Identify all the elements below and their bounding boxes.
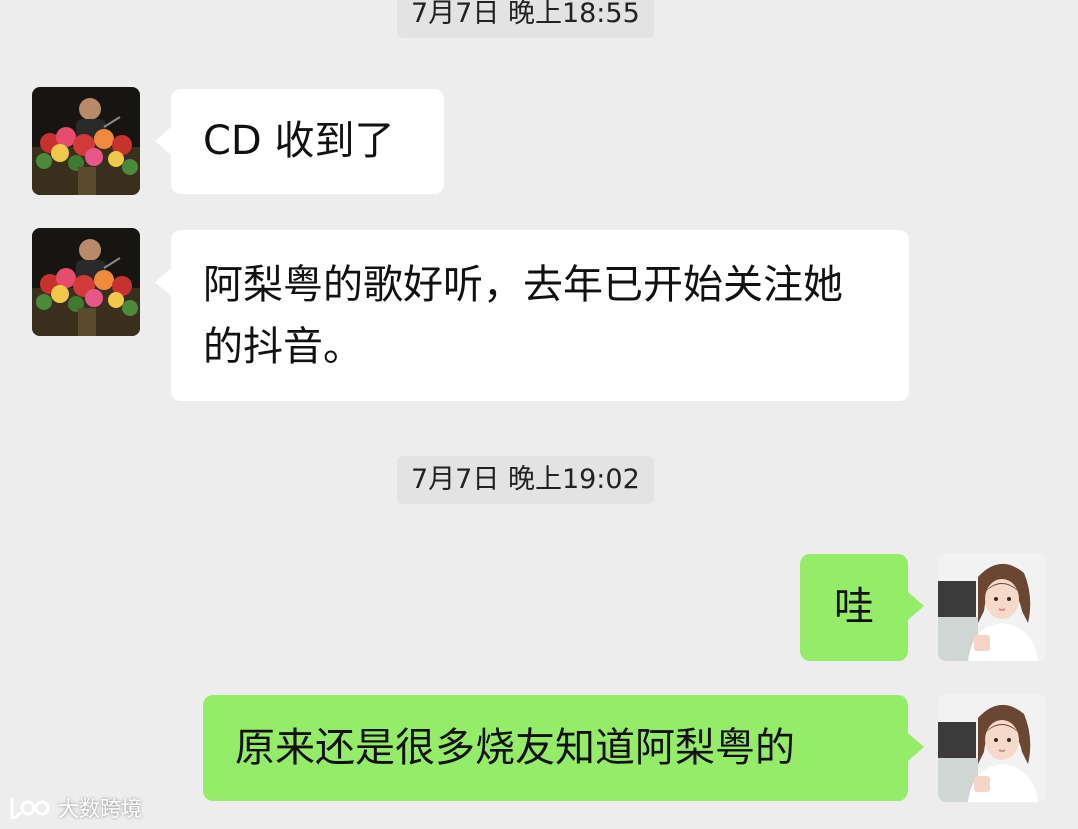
my-avatar[interactable] — [938, 694, 1046, 802]
timestamp: 7月7日 晚上18:55 — [397, 0, 654, 38]
timestamp: 7月7日 晚上19:02 — [397, 456, 654, 504]
message-text: CD 收到了 — [203, 118, 395, 164]
message-bubble-outgoing[interactable]: 哇 — [800, 554, 924, 661]
my-avatar-image — [938, 553, 1046, 661]
message-text: 原来还是很多烧友知道阿梨粤的 — [235, 725, 795, 771]
message-bubble-incoming[interactable]: 阿梨粤的歌好听，去年已开始关注她的抖音。 — [155, 230, 909, 401]
watermark: 大数跨境 — [8, 793, 142, 823]
logo-icon — [10, 797, 50, 820]
message-text: 阿梨粤的歌好听，去年已开始关注她的抖音。 — [203, 262, 843, 370]
message-text: 哇 — [834, 584, 874, 630]
my-avatar[interactable] — [938, 553, 1046, 661]
contact-avatar[interactable] — [32, 228, 140, 336]
watermark-text: 大数跨境 — [58, 797, 142, 821]
message-bubble-incoming[interactable]: CD 收到了 — [155, 89, 444, 194]
contact-avatar-image — [32, 87, 140, 195]
my-avatar-image — [938, 694, 1046, 802]
contact-avatar-image — [32, 228, 140, 336]
message-bubble-outgoing[interactable]: 原来还是很多烧友知道阿梨粤的 — [203, 695, 924, 801]
contact-avatar[interactable] — [32, 87, 140, 195]
